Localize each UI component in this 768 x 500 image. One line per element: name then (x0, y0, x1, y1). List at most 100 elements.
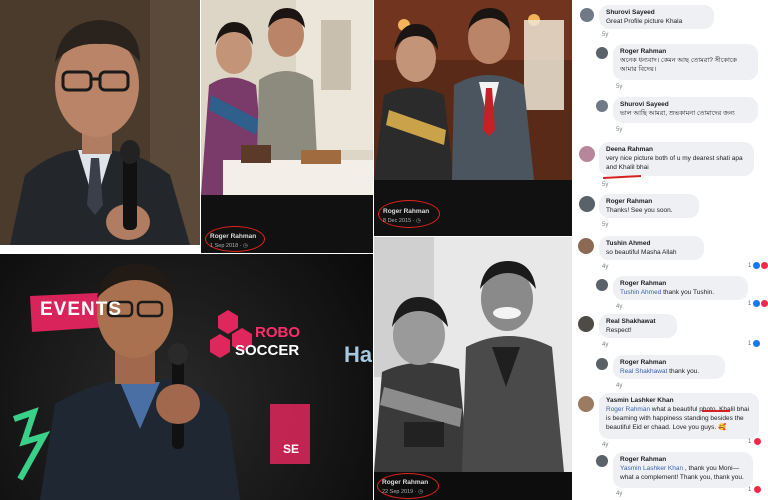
avatar[interactable] (579, 146, 595, 162)
couple-photo-formal: Roger Rahman 8 Dec 2015 · ◷ (374, 0, 572, 236)
couple-formal-illustration (374, 0, 572, 180)
comment-time[interactable]: 4y (616, 383, 622, 390)
speaker-illustration (0, 0, 200, 245)
couple-bw-illustration (374, 237, 572, 472)
comment-text: Thanks! See you soon. (606, 207, 673, 214)
comments-thread: Shurovi Sayeed Great Profile picture Kha… (572, 0, 768, 500)
avatar[interactable] (578, 238, 594, 254)
se-sign: SE (283, 442, 300, 456)
comment-bubble: Shurovi Sayeed Great Profile picture Kha… (599, 5, 714, 29)
comment-text: so beautiful Masha Allah (606, 249, 677, 256)
couple-photo-cake: Roger Rahman 1 Sep 2018 · ◷ (201, 0, 373, 253)
robo-sign: ROBO (255, 324, 300, 341)
mention-link[interactable]: Real Shakhawat (620, 368, 667, 375)
comment-text: Real Shakhawat thank you. (620, 367, 718, 376)
heart-icon (754, 438, 762, 445)
comment-author[interactable]: Deena Rahman (606, 145, 747, 154)
reaction-count[interactable]: 1 (748, 438, 762, 446)
comment-time[interactable]: 4y (616, 491, 622, 498)
reaction-count[interactable]: 1 (748, 486, 762, 493)
events-sign: EVENTS (40, 299, 123, 320)
comment-author[interactable]: Real Shakhawat (606, 317, 670, 326)
comment-bubble: Roger Rahman Real Shakhawat thank you. (613, 355, 725, 379)
reaction-count[interactable]: 1 (748, 262, 768, 269)
comment-author[interactable]: Shurovi Sayeed (620, 100, 751, 109)
comment-time[interactable]: 4y (602, 442, 608, 449)
like-icon (753, 300, 761, 307)
comment-author[interactable]: Yasmin Lashker Khan (606, 396, 752, 405)
reaction-number: 1 (748, 341, 752, 348)
comment-time[interactable]: 4y (602, 342, 608, 349)
comment-text: Respect! (606, 327, 632, 334)
ha-sign: Ha (344, 342, 373, 367)
avatar[interactable] (596, 47, 608, 59)
mention-link[interactable]: Yasmin Lashker Khan (620, 465, 683, 472)
reaction-count[interactable]: 1 (748, 300, 768, 307)
comment-text: very nice picture both of u my dearest s… (606, 155, 743, 171)
heart-icon (754, 486, 762, 493)
caption-date[interactable]: 1 Sep 2018 · ◷ (210, 243, 248, 249)
caption-date[interactable]: 22 Sep 2019 · ◷ (382, 489, 423, 495)
heart-icon (761, 262, 768, 269)
like-icon (753, 340, 761, 347)
comment-time[interactable]: 5y (616, 84, 622, 91)
comment-text: Yasmin Lashker Khan , thank you Moni— wh… (620, 464, 746, 482)
avatar[interactable] (578, 396, 594, 412)
comment-text: অনেক ধন্যবাদ। কেমন আছ তোমরা? সীকোকে আমার… (620, 57, 737, 73)
comment-bubble: Yasmin Lashker Khan Roger Rahman what a … (599, 393, 759, 439)
comment-time[interactable]: 5y (616, 127, 622, 134)
comment-author[interactable]: Tushin Ahmed (606, 239, 697, 248)
reaction-count[interactable]: 1 (748, 340, 761, 348)
avatar[interactable] (578, 316, 594, 332)
comment-text: Roger Rahman what a beautiful photo. Kha… (606, 405, 752, 432)
comment-bubble: Roger Rahman অনেক ধন্যবাদ। কেমন আছ তোমরা… (613, 44, 758, 80)
comment-bubble: Deena Rahman very nice picture both of u… (599, 142, 754, 176)
couple-photo-bw: Roger Rahman 22 Sep 2019 · ◷ (374, 237, 572, 500)
reaction-number: 1 (748, 301, 752, 308)
mention-link[interactable]: Roger Rahman (606, 406, 650, 413)
reaction-number: 1 (748, 439, 752, 446)
avatar[interactable] (596, 358, 608, 370)
couple-cake-illustration (201, 0, 373, 195)
soccer-sign: SOCCER (235, 342, 300, 359)
comment-author[interactable]: Roger Rahman (606, 197, 692, 206)
annotation-underline (702, 410, 730, 412)
comment-time[interactable]: 5y (602, 222, 608, 229)
caption-author[interactable]: Roger Rahman (382, 479, 428, 486)
event-stage-illustration (13, 264, 310, 500)
comment-text: ভাল আছি আমরা, শুভকামনা তোমাদের জন্য (620, 110, 735, 117)
comment-text: Great Profile picture Khala (606, 18, 683, 25)
comment-author[interactable]: Roger Rahman (620, 279, 741, 288)
avatar[interactable] (596, 100, 608, 112)
event-speaker-photo: EVENTS ROBO SOCCER Ha SE (0, 254, 373, 500)
comment-author[interactable]: Roger Rahman (620, 455, 746, 464)
caption-highlight-circle (377, 473, 439, 499)
comment-bubble: Roger Rahman Yasmin Lashker Khan , thank… (613, 452, 753, 488)
speaker-photo-top-left (0, 0, 200, 245)
like-icon (753, 262, 761, 269)
comment-author[interactable]: Roger Rahman (620, 358, 718, 367)
avatar[interactable] (596, 455, 608, 467)
comment-text-body: thank you. (667, 368, 700, 375)
avatar[interactable] (579, 196, 595, 212)
caption-author[interactable]: Roger Rahman (210, 233, 256, 240)
caption-author[interactable]: Roger Rahman (383, 208, 429, 215)
avatar[interactable] (580, 8, 594, 22)
comment-text: Tushin Ahmed thank you Tushin. (620, 288, 741, 297)
avatar[interactable] (596, 279, 608, 291)
comment-bubble: Real Shakhawat Respect! (599, 314, 677, 338)
comment-time[interactable]: 5y (602, 182, 608, 189)
reaction-number: 1 (748, 263, 752, 270)
comment-time[interactable]: 4y (602, 264, 608, 271)
mention-link[interactable]: Tushin Ahmed (620, 289, 661, 296)
comment-text-body: thank you Tushin. (661, 289, 715, 296)
comment-bubble: Tushin Ahmed so beautiful Masha Allah (599, 236, 704, 260)
comment-bubble: Shurovi Sayeed ভাল আছি আমরা, শুভকামনা তো… (613, 97, 758, 123)
heart-icon (761, 300, 768, 307)
comment-author[interactable]: Shurovi Sayeed (606, 8, 707, 17)
comment-time[interactable]: 4y (616, 304, 622, 311)
comment-author[interactable]: Roger Rahman (620, 47, 751, 56)
caption-date[interactable]: 8 Dec 2015 · ◷ (383, 218, 421, 224)
comment-bubble: Roger Rahman Thanks! See you soon. (599, 194, 699, 218)
comment-time[interactable]: 5y (602, 32, 608, 39)
